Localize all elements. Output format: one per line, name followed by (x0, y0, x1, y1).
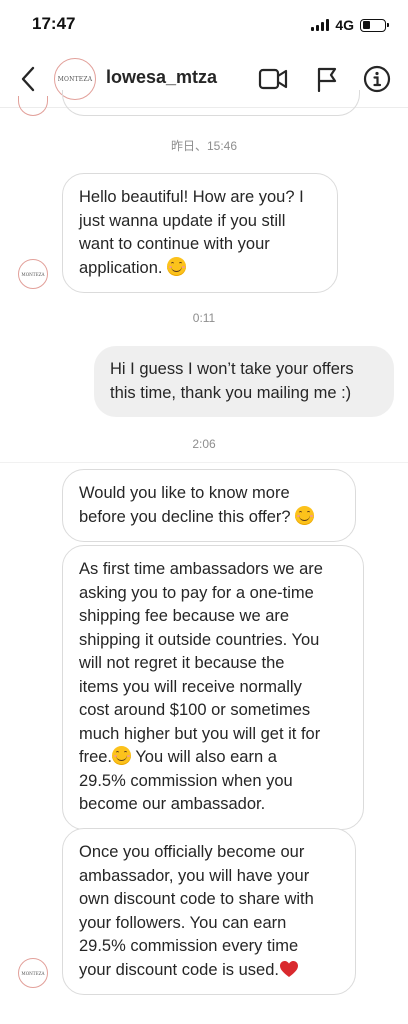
message-text: Hello beautiful! How are you? I (79, 188, 304, 206)
message-text: Once you officially become our (79, 843, 305, 861)
status-time: 17:47 (32, 14, 76, 33)
avatar[interactable]: MONTEZA (18, 259, 48, 289)
avatar-logo-text: MONTEZA (21, 970, 45, 976)
video-camera-icon (258, 68, 288, 90)
message-text: want to continue with your (79, 235, 270, 253)
incoming-message[interactable]: As first time ambassadors we are asking … (62, 545, 364, 830)
message-text: As first time ambassadors we are (79, 560, 323, 578)
message-text: own discount code to share with (79, 890, 314, 908)
back-button[interactable] (14, 64, 42, 94)
message-text: ambassador, you will have your (79, 866, 310, 885)
message-timestamp: 0:11 (192, 311, 216, 325)
incoming-message[interactable]: Would you like to know more before you d… (62, 469, 356, 542)
message-text: Hi I guess I won’t take your offers (110, 360, 354, 378)
message-text: just wanna update if you still (79, 211, 286, 230)
message-text: asking you to pay for a one-time (79, 583, 314, 602)
message-text: items you will receive normally (79, 677, 302, 696)
incoming-message[interactable]: Hello beautiful! How are you? I just wan… (62, 173, 338, 293)
message-text: before you decline this offer? (79, 507, 291, 526)
message-timestamp: 昨日、15:46 (170, 139, 238, 153)
status-icons: 4G (311, 17, 389, 33)
red-heart-emoji (279, 960, 298, 977)
smiling-face-emoji (112, 746, 132, 765)
divider (0, 462, 408, 463)
message-text: Would you like to know more (79, 484, 290, 502)
avatar (18, 96, 48, 116)
avatar[interactable]: MONTEZA (18, 958, 48, 988)
message-text: 29.5% commission every time (79, 937, 299, 955)
message-text: much higher but you will get it for (79, 724, 321, 743)
message-text: shipping it outside countries. You (79, 630, 320, 649)
message-text: become our ambassador. (79, 795, 266, 813)
message-text: application. (79, 258, 163, 277)
status-bar: 17:47 4G (0, 0, 408, 50)
message-text: your followers. You can earn (79, 913, 287, 932)
message-bubble-partial (62, 90, 360, 116)
info-icon (363, 65, 391, 93)
message-text: this time, thank you mailing me :) (110, 383, 352, 402)
avatar-logo-text: MONTEZA (57, 75, 93, 83)
message-text: will not regret it because the (79, 654, 285, 672)
message-text: free. (79, 748, 113, 766)
message-text: cost around $100 or sometimes (79, 701, 311, 719)
flag-icon (317, 67, 337, 92)
message-text: your discount code is used. (79, 960, 279, 979)
network-type: 4G (335, 17, 354, 33)
smiling-face-emoji (167, 256, 187, 276)
message-text: You will also earn a (131, 748, 277, 766)
battery-icon (360, 18, 389, 32)
incoming-message[interactable]: Once you officially become our ambassado… (62, 828, 356, 995)
signal-icon (311, 19, 330, 31)
avatar-logo-text: MONTEZA (21, 271, 45, 277)
username[interactable]: lowesa_mtza (106, 67, 217, 88)
info-button[interactable] (362, 64, 392, 94)
smiling-face-emoji (295, 505, 315, 525)
message-timestamp: 2:06 (192, 437, 216, 451)
outgoing-message[interactable]: Hi I guess I won’t take your offers this… (94, 346, 394, 417)
chevron-left-icon (21, 66, 35, 92)
message-text: shipping fee because we are (79, 607, 290, 625)
message-text: 29.5% commission when you (79, 771, 293, 790)
